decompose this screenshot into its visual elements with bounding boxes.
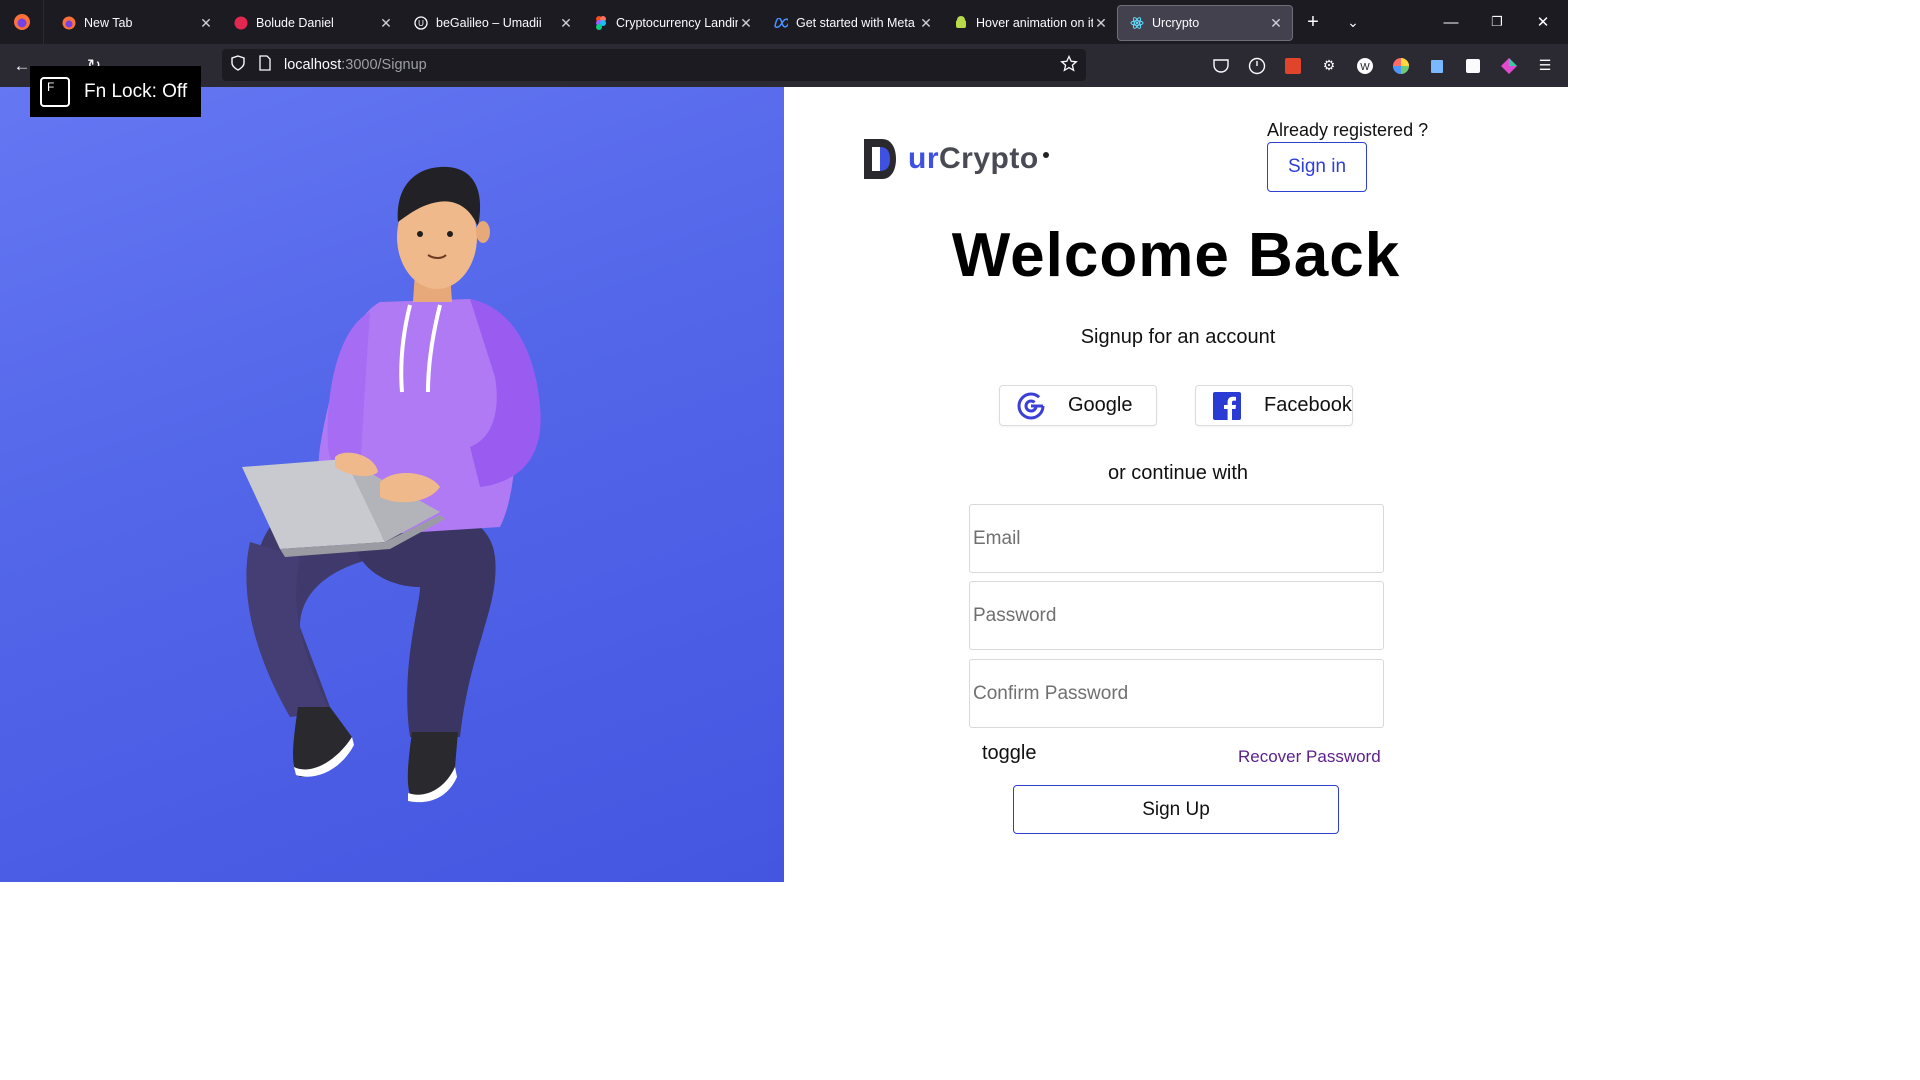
new-tab-plus-icon[interactable]: + bbox=[1293, 11, 1333, 34]
tab-title: beGalileo – Umadii bbox=[436, 16, 542, 30]
extensions-toolbar: ⚙ W ☰ bbox=[1208, 44, 1558, 87]
tab-title: Hover animation on it bbox=[976, 16, 1093, 30]
restore-icon[interactable]: ❐ bbox=[1474, 0, 1520, 44]
red-extension-icon[interactable] bbox=[1280, 53, 1306, 79]
brand-suffix: Crypto bbox=[939, 142, 1039, 175]
pocket-icon[interactable] bbox=[1208, 53, 1234, 79]
gear-extension-icon[interactable]: ⚙ bbox=[1316, 53, 1342, 79]
bookmark-star-icon[interactable] bbox=[1060, 54, 1078, 78]
tab-title: Cryptocurrency Landin bbox=[616, 16, 738, 30]
page-icon[interactable] bbox=[258, 54, 272, 76]
svg-text:W: W bbox=[1360, 62, 1370, 73]
files-extension-icon[interactable] bbox=[1424, 53, 1450, 79]
confirm-password-field[interactable] bbox=[969, 659, 1384, 728]
facebook-label: Facebook bbox=[1264, 394, 1352, 416]
brand-name: urCrypto bbox=[908, 142, 1049, 176]
url-host: localhost bbox=[284, 57, 342, 73]
firefox-menu-icon[interactable] bbox=[0, 0, 44, 44]
shield-icon[interactable] bbox=[230, 55, 246, 75]
minimize-icon[interactable]: — bbox=[1428, 0, 1474, 44]
figma-icon bbox=[594, 16, 608, 30]
url-text[interactable]: localhost:3000/Signup bbox=[284, 57, 427, 73]
nav-bar: ← → ↻ localhost:3000/Signup ⚙ W ☰ bbox=[0, 44, 1568, 87]
recover-password-link[interactable]: Recover Password bbox=[1238, 747, 1381, 767]
tab-begalileo[interactable]: U beGalileo – Umadii ✕ bbox=[402, 5, 582, 41]
android-icon bbox=[954, 16, 968, 30]
w-extension-icon[interactable]: W bbox=[1352, 53, 1378, 79]
url-path: :3000/Signup bbox=[341, 57, 427, 73]
url-bar[interactable]: localhost:3000/Signup bbox=[222, 49, 1086, 81]
fn-key-icon: F bbox=[40, 76, 70, 107]
hamburger-menu-icon[interactable]: ☰ bbox=[1532, 53, 1558, 79]
tab-bar: New Tab ✕ Bolude Daniel ✕ U beGalileo – … bbox=[0, 0, 1568, 44]
page-title: Welcome Back bbox=[951, 221, 1401, 290]
react-icon bbox=[1130, 16, 1144, 30]
red-dot-icon bbox=[234, 16, 248, 30]
tab-meta[interactable]: Get started with Meta ✕ bbox=[762, 5, 942, 41]
tab-bolude-daniel[interactable]: Bolude Daniel ✕ bbox=[222, 5, 402, 41]
urcrypto-logo-icon bbox=[864, 139, 896, 179]
hero-illustration-panel bbox=[0, 87, 784, 882]
already-registered-text: Already registered ? bbox=[1267, 120, 1429, 140]
close-icon[interactable]: ✕ bbox=[738, 15, 754, 32]
tab-new-tab[interactable]: New Tab ✕ bbox=[50, 5, 222, 41]
tab-title: Get started with Meta bbox=[796, 16, 915, 30]
u-logo-icon: U bbox=[414, 16, 428, 30]
close-icon[interactable]: ✕ bbox=[558, 15, 574, 32]
google-signup-button[interactable]: Google bbox=[999, 385, 1157, 426]
window-close-icon[interactable]: ✕ bbox=[1520, 0, 1566, 44]
note-extension-icon[interactable] bbox=[1460, 53, 1486, 79]
brand-prefix: ur bbox=[908, 142, 939, 175]
sign-up-button[interactable]: Sign Up bbox=[1013, 785, 1339, 834]
facebook-icon bbox=[1210, 389, 1244, 423]
close-icon[interactable]: ✕ bbox=[378, 15, 394, 32]
list-tabs-chevron-icon[interactable]: ⌄ bbox=[1333, 14, 1373, 31]
tab-cryptocurrency-landing[interactable]: Cryptocurrency Landin ✕ bbox=[582, 5, 762, 41]
signup-form-panel: urCrypto Already registered ? Sign in We… bbox=[784, 87, 1568, 882]
close-icon[interactable]: ✕ bbox=[198, 15, 214, 32]
google-label: Google bbox=[1068, 394, 1133, 416]
tab-title: New Tab bbox=[84, 16, 133, 30]
meta-icon bbox=[774, 16, 788, 30]
password-toggle[interactable]: toggle bbox=[982, 742, 1037, 765]
sign-in-button[interactable]: Sign in bbox=[1267, 142, 1367, 192]
color-wheel-icon[interactable] bbox=[1388, 53, 1414, 79]
tab-urcrypto[interactable]: Urcrypto ✕ bbox=[1117, 5, 1293, 41]
clock-extension-icon[interactable] bbox=[1244, 53, 1270, 79]
close-icon[interactable]: ✕ bbox=[918, 15, 934, 32]
google-icon bbox=[1014, 389, 1048, 423]
person-with-laptop-illustration bbox=[242, 166, 541, 803]
brand-dot bbox=[1042, 152, 1049, 158]
fn-lock-osd: F Fn Lock: Off bbox=[30, 66, 201, 117]
page-subtitle: Signup for an account bbox=[1080, 326, 1276, 348]
close-icon[interactable]: ✕ bbox=[1268, 15, 1284, 32]
fn-lock-text: Fn Lock: Off bbox=[84, 80, 188, 102]
multicolor-extension-icon[interactable] bbox=[1496, 53, 1522, 79]
email-field[interactable] bbox=[969, 504, 1384, 573]
brand-logo[interactable]: urCrypto bbox=[862, 137, 1049, 181]
tab-title: Bolude Daniel bbox=[256, 16, 334, 30]
or-continue-text: or continue with bbox=[1107, 462, 1249, 484]
firefox-icon bbox=[62, 16, 76, 30]
password-field[interactable] bbox=[969, 581, 1384, 650]
facebook-signup-button[interactable]: Facebook bbox=[1195, 385, 1353, 426]
close-icon[interactable]: ✕ bbox=[1093, 15, 1109, 32]
tab-hover-animation[interactable]: Hover animation on it ✕ bbox=[942, 5, 1117, 41]
svg-text:U: U bbox=[418, 19, 424, 28]
tab-title: Urcrypto bbox=[1152, 16, 1200, 30]
